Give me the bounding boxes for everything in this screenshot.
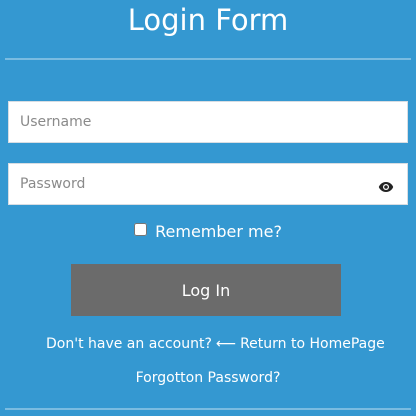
bottom-divider xyxy=(5,408,411,410)
password-field-container xyxy=(8,163,408,205)
login-button[interactable]: Log In xyxy=(71,264,341,316)
return-home-label: Return to HomePage xyxy=(240,336,385,352)
username-input[interactable] xyxy=(9,102,407,142)
username-field-container xyxy=(8,101,408,143)
page-title: Login Form xyxy=(127,3,289,37)
top-divider xyxy=(5,58,411,60)
return-home-link[interactable]: ⟵ Return to HomePage xyxy=(216,335,385,353)
password-input[interactable] xyxy=(9,164,407,204)
remember-me-row: Remember me? xyxy=(0,221,416,243)
remember-me-label: Remember me? xyxy=(155,222,282,241)
login-page: Login Form Remember me? Log In Don't hav… xyxy=(0,0,416,416)
arrow-left-icon: ⟵ xyxy=(216,336,237,352)
forgot-password-link[interactable]: Forgotton Password? xyxy=(0,369,416,387)
eye-icon[interactable] xyxy=(378,178,394,192)
remember-me-checkbox[interactable] xyxy=(134,223,148,236)
signup-link[interactable]: Don't have an account? xyxy=(46,335,212,353)
